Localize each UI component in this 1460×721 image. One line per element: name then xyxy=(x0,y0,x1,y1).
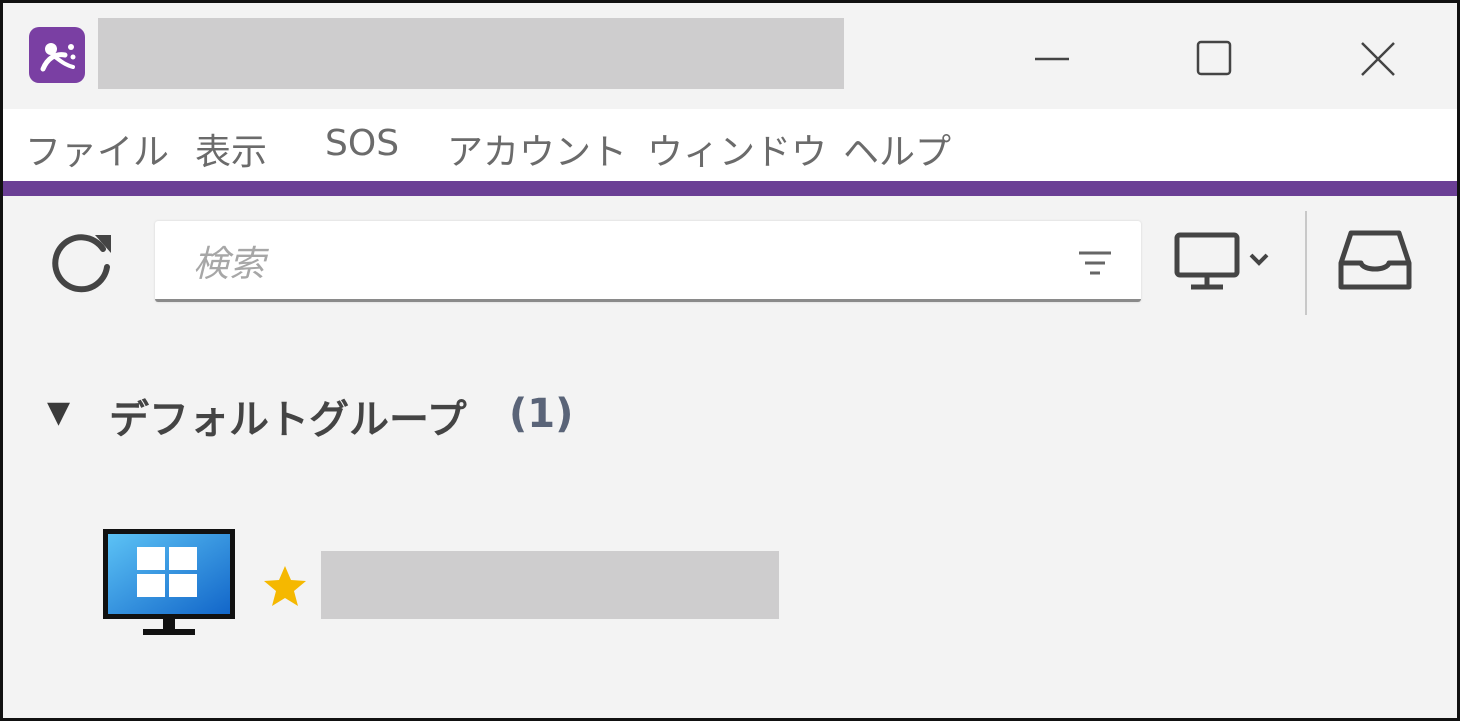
view-mode-dropdown[interactable] xyxy=(1169,225,1287,299)
maximize-icon xyxy=(1196,40,1232,76)
menu-bar: ファイル 表示 SOS アカウント ウィンドウ ヘルプ xyxy=(3,109,1457,181)
menu-view[interactable]: 表示 xyxy=(195,123,267,175)
inbox-button[interactable] xyxy=(1333,225,1417,297)
windows-computer-icon[interactable] xyxy=(99,525,239,643)
menu-account[interactable]: アカウント xyxy=(447,123,627,175)
menu-file[interactable]: ファイル xyxy=(25,123,169,175)
splashtop-app-icon xyxy=(29,27,85,83)
favorite-star-icon[interactable] xyxy=(261,563,309,609)
menu-sos[interactable]: SOS xyxy=(325,123,399,164)
window-title-redacted xyxy=(98,18,844,89)
refresh-icon xyxy=(52,234,111,293)
app-window: ファイル 表示 SOS アカウント ウィンドウ ヘルプ 検索 ▼ デフォルトグル… xyxy=(0,0,1460,721)
refresh-button[interactable] xyxy=(43,221,123,301)
maximize-button[interactable] xyxy=(1173,25,1253,89)
monitor-dropdown-icon xyxy=(1174,232,1269,290)
inbox-icon xyxy=(1338,230,1412,290)
group-name[interactable]: デフォルトグループ xyxy=(109,387,467,445)
filter-icon[interactable] xyxy=(1073,241,1117,285)
minimize-icon xyxy=(1035,57,1069,61)
close-icon xyxy=(1361,42,1395,76)
computer-name-redacted[interactable] xyxy=(321,551,779,619)
menu-window[interactable]: ウィンドウ xyxy=(647,123,827,175)
close-button[interactable] xyxy=(1336,25,1416,89)
menu-help[interactable]: ヘルプ xyxy=(843,123,951,175)
toolbar-separator xyxy=(1305,211,1307,315)
accent-divider xyxy=(3,181,1457,196)
search-placeholder: 検索 xyxy=(193,244,266,285)
title-bar[interactable] xyxy=(3,3,1457,109)
search-input[interactable]: 検索 xyxy=(155,221,1141,302)
minimize-button[interactable] xyxy=(1011,25,1091,89)
group-count: (1) xyxy=(509,391,574,437)
group-collapse-arrow[interactable]: ▼ xyxy=(47,395,70,430)
